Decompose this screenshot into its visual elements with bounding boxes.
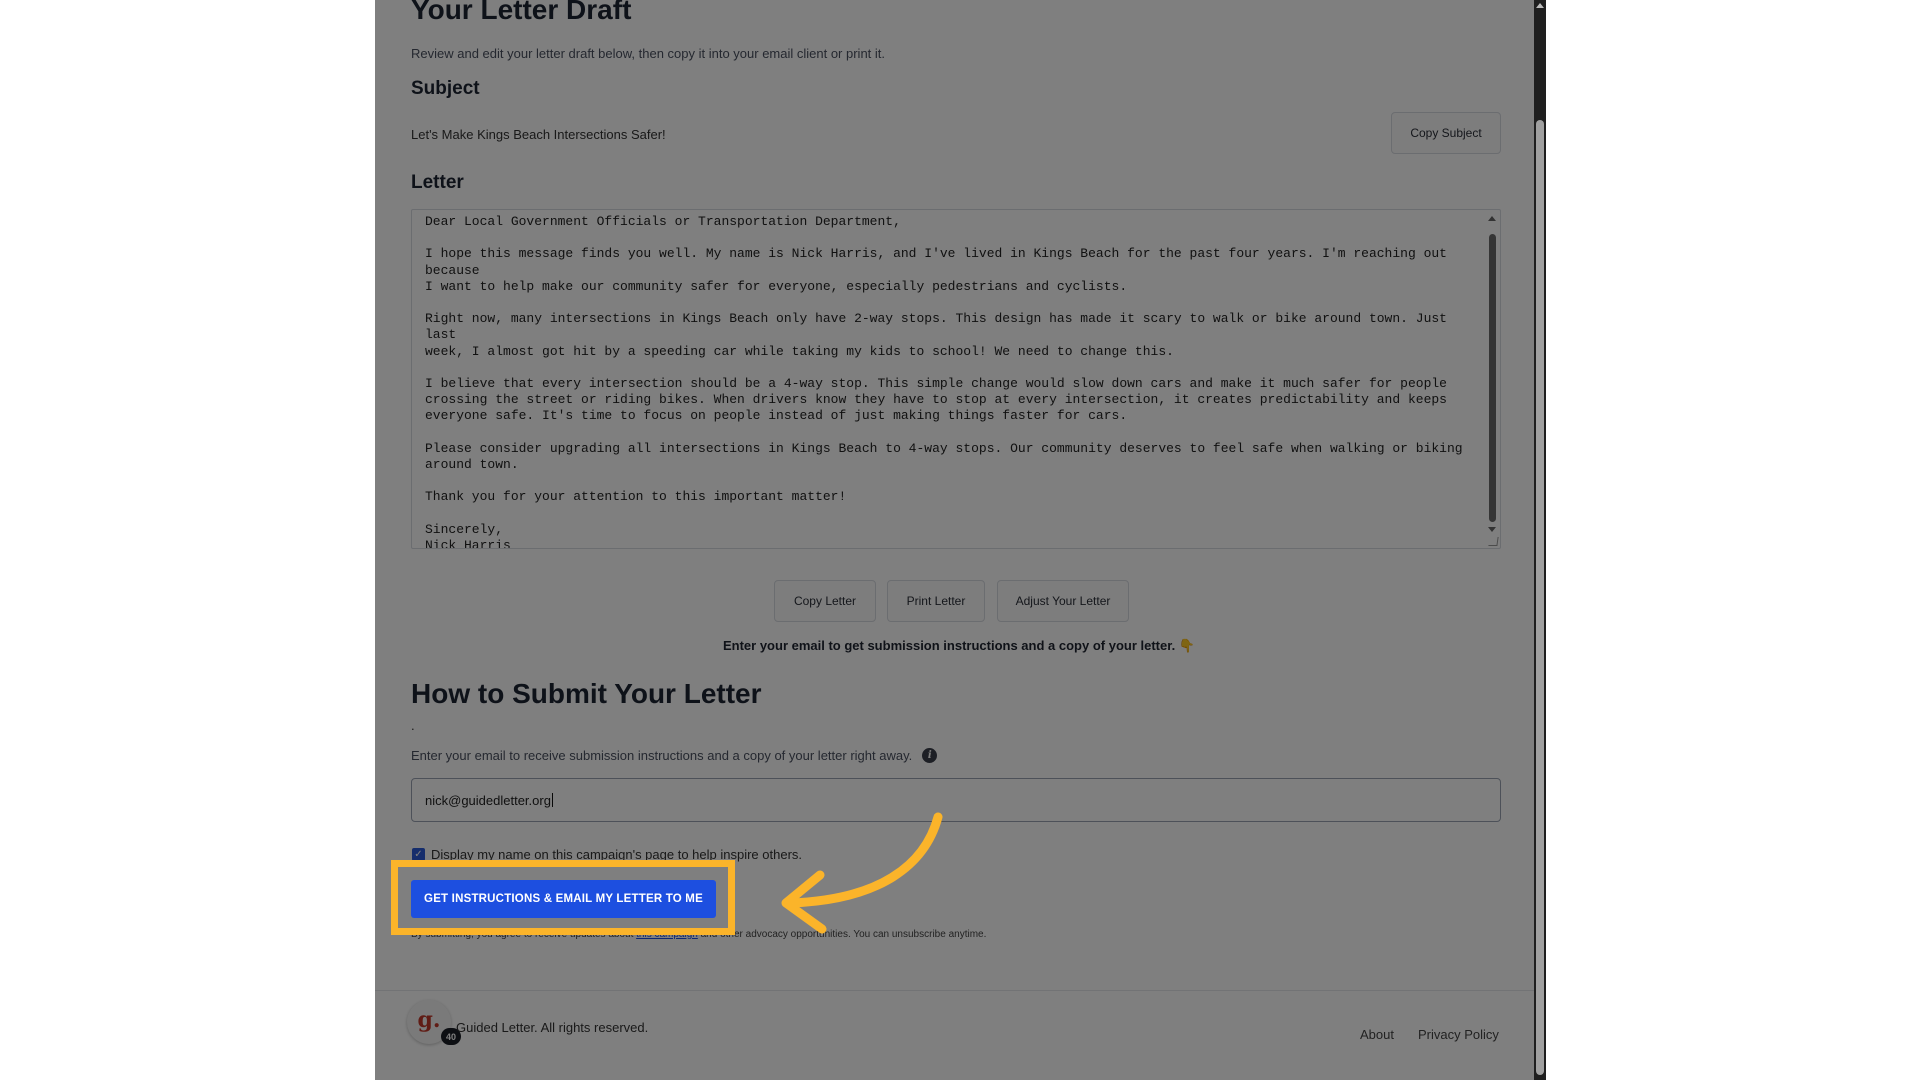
get-instructions-button[interactable]: GET INSTRUCTIONS & EMAIL MY LETTER TO ME [411,880,716,918]
legal-text-before: By submitting, you agree to receive upda… [411,929,637,940]
curved-arrow-icon [781,812,943,934]
about-link[interactable]: About [1360,1027,1394,1042]
letter-heading: Letter [411,172,464,193]
window-scroll-thumb[interactable] [1536,120,1544,1075]
copyright-text: Guided Letter. All rights reserved. [456,1020,649,1035]
copy-letter-button[interactable]: Copy Letter [774,580,876,622]
subject-heading: Subject [411,78,480,99]
display-name-option[interactable]: ✓ Display my name on this campaign's pag… [412,847,802,862]
scroll-down-arrow-icon[interactable] [1488,527,1496,532]
submit-heading: How to Submit Your Letter [411,678,762,709]
receive-text: Enter your email to receive submission i… [411,748,913,763]
pointing-down-hand-icon: 👇 [1178,638,1195,653]
copy-subject-button[interactable]: Copy Subject [1391,112,1501,154]
display-name-checkbox[interactable]: ✓ [412,848,425,861]
email-hint-text: Enter your email to get submission instr… [722,638,1176,653]
info-icon[interactable]: i [922,748,938,763]
scroll-up-arrow-icon[interactable] [1488,216,1496,221]
letter-textarea[interactable]: Dear Local Government Officials or Trans… [411,209,1501,549]
letter-body: Dear Local Government Officials or Trans… [425,214,1463,549]
submit-dot: . [411,718,415,733]
adjust-letter-button[interactable]: Adjust Your Letter [997,580,1129,622]
logo-letter: g. [417,1007,441,1033]
window-scrollbar[interactable] [1534,0,1546,1080]
letter-scrollbar[interactable] [1486,212,1498,546]
letter-scroll-thumb[interactable] [1489,234,1496,522]
resize-grip-icon[interactable] [1488,537,1499,546]
text-caret [551,793,553,807]
draft-title: Your Letter Draft [411,0,632,25]
campaign-link[interactable]: this campaign [636,929,698,940]
email-value: nick@guidedletter.org [425,792,551,808]
email-hint: Enter your email to get submission instr… [375,638,1543,654]
privacy-policy-link[interactable]: Privacy Policy [1418,1027,1499,1042]
print-letter-button[interactable]: Print Letter [887,580,985,622]
draft-intro: Review and edit your letter draft below,… [411,46,886,61]
subject-text: Let's Make Kings Beach Intersections Saf… [411,127,666,142]
footer-divider [375,990,1543,991]
receive-instructions: Enter your email to receive submission i… [411,748,938,763]
display-name-label: Display my name on this campaign's page … [431,847,803,862]
window-scroll-up-icon[interactable] [1536,3,1544,8]
